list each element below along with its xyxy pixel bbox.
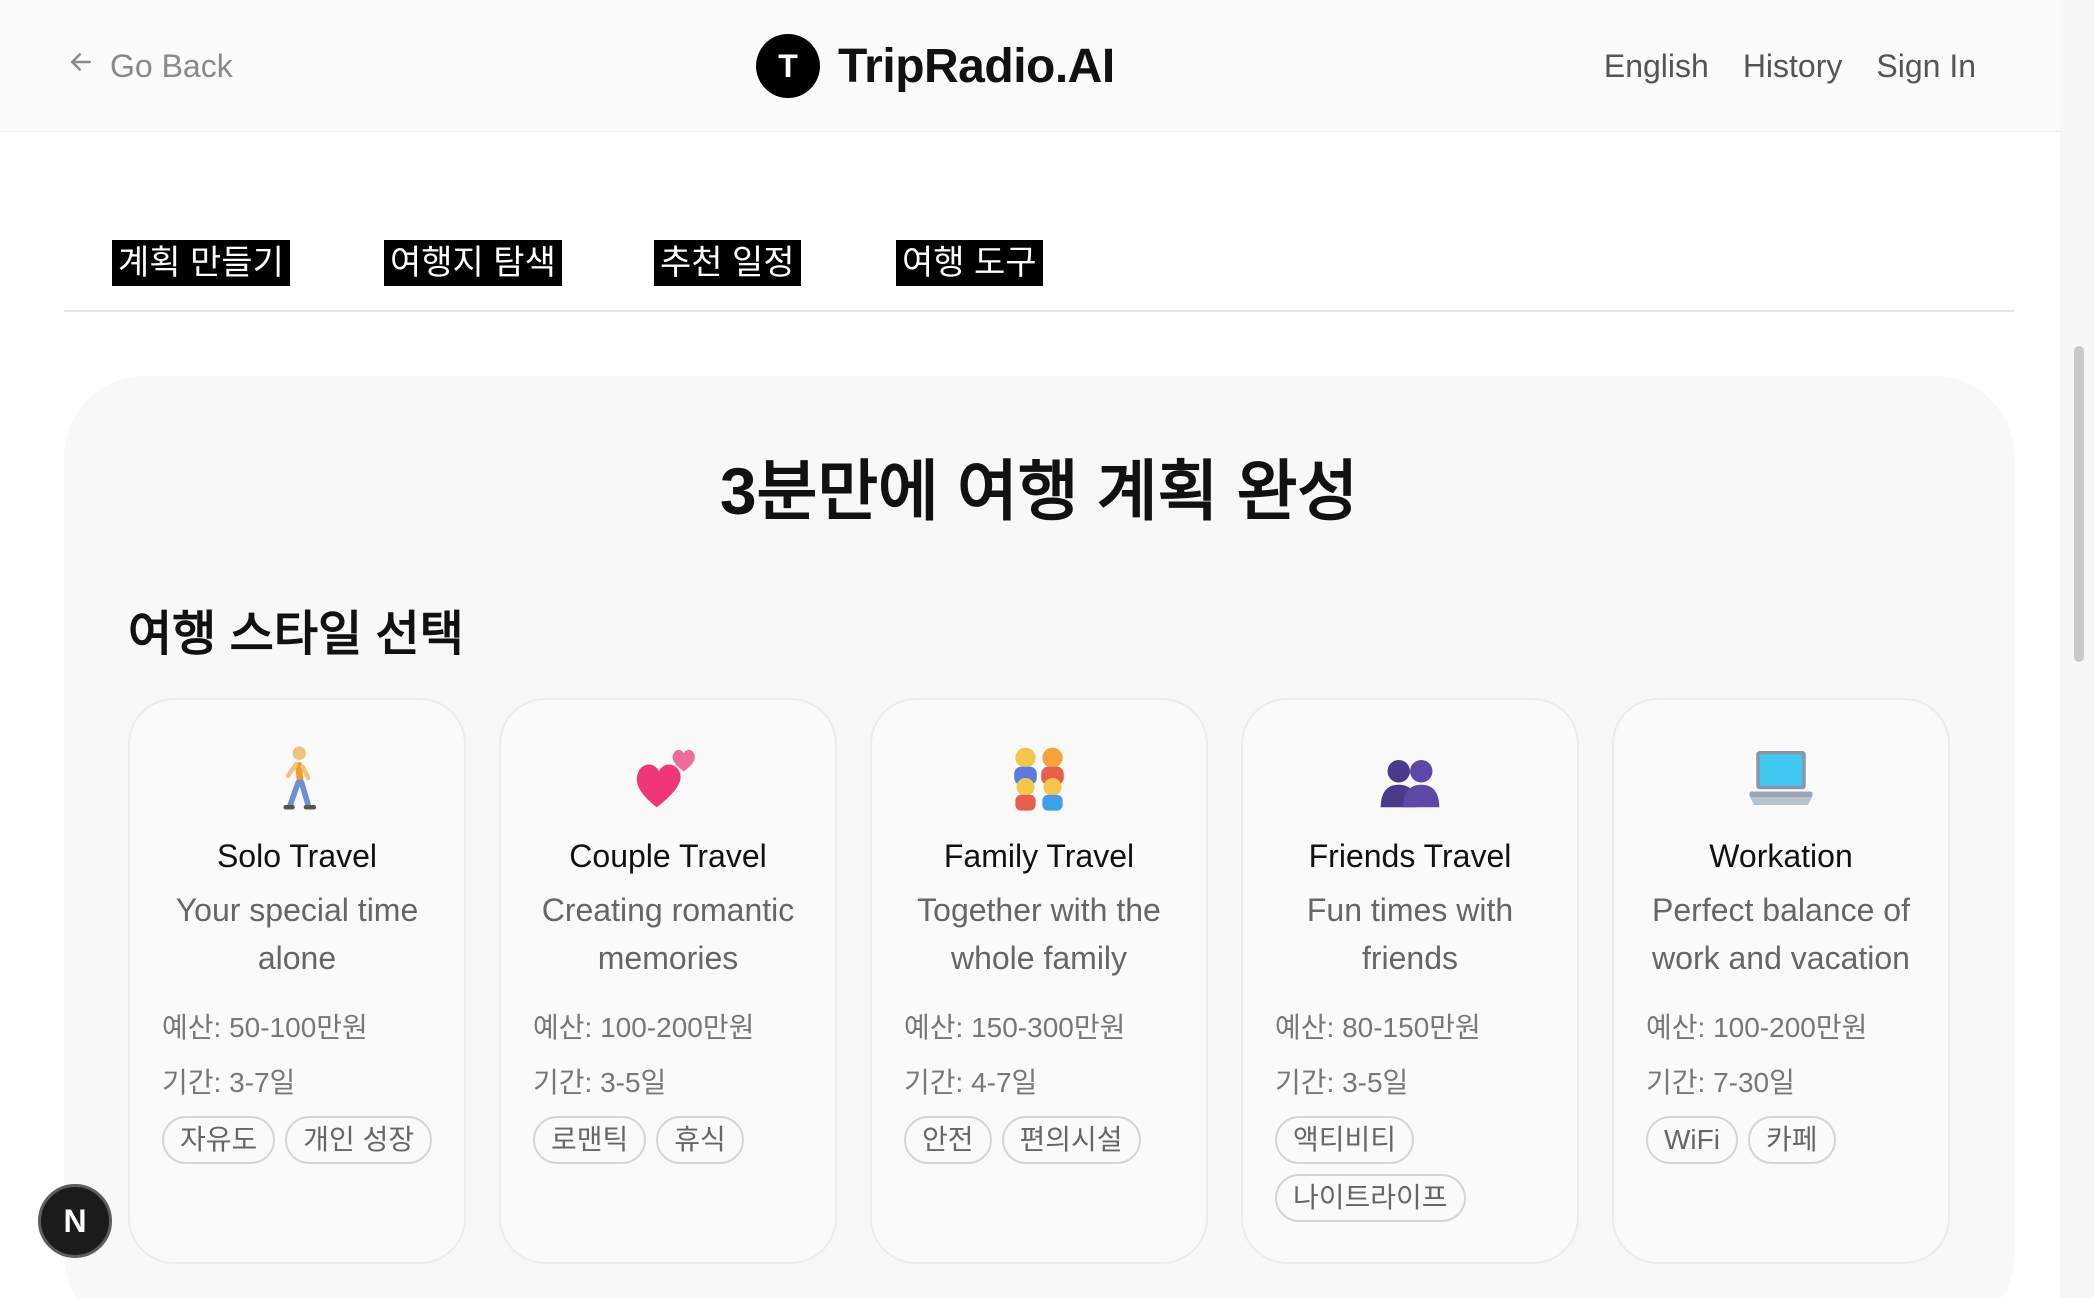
card-description: Creating romantic memories <box>541 892 795 976</box>
brand-name: TripRadio.AI <box>838 39 1115 93</box>
tag: 나이트라이프 <box>1275 1174 1466 1222</box>
tab-recommended[interactable]: 추천 일정 <box>654 240 801 286</box>
person-walking-icon <box>130 742 464 816</box>
card-tags: 액티비티 나이트라이프 <box>1243 1110 1577 1222</box>
card-family-travel[interactable]: Family Travel Together with the whole fa… <box>870 698 1208 1264</box>
style-card-list: Solo Travel Your special time alone 예산: … <box>128 698 1950 1268</box>
tag: 로맨틱 <box>533 1116 647 1164</box>
card-budget: 예산: 100-200만원 <box>1646 1012 1868 1043</box>
tag: 카페 <box>1747 1116 1836 1164</box>
card-budget: 예산: 50-100만원 <box>162 1012 368 1043</box>
laptop-icon <box>1614 742 1948 816</box>
dev-tools-button[interactable]: N <box>38 1184 112 1258</box>
card-title: Friends Travel <box>1308 838 1512 874</box>
card-tags: 로맨틱 휴식 <box>501 1110 835 1164</box>
card-workation[interactable]: Workation Perfect balance of work and va… <box>1612 698 1950 1264</box>
go-back-button[interactable]: Go Back <box>66 46 233 86</box>
go-back-label: Go Back <box>110 47 233 84</box>
card-solo-travel[interactable]: Solo Travel Your special time alone 예산: … <box>128 698 466 1264</box>
tag: 개인 성장 <box>285 1116 433 1164</box>
card-title: Workation <box>1709 838 1853 874</box>
family-icon <box>872 742 1206 816</box>
card-budget: 예산: 150-300만원 <box>904 1012 1126 1043</box>
card-meta: 예산: 50-100만원 기간: 3-7일 <box>130 1000 464 1110</box>
card-duration: 기간: 3-5일 <box>533 1067 667 1098</box>
sign-in-link[interactable]: Sign In <box>1876 48 1976 85</box>
card-duration: 기간: 3-7일 <box>162 1067 296 1098</box>
card-tags: 안전 편의시설 <box>872 1110 1206 1164</box>
brand[interactable]: T TripRadio.AI <box>756 34 1115 98</box>
page-headline: 3분만에 여행 계획 완성 <box>719 454 1359 528</box>
card-meta: 예산: 80-150만원 기간: 3-5일 <box>1243 1000 1577 1110</box>
card-budget: 예산: 100-200만원 <box>533 1012 755 1043</box>
card-description: Your special time alone <box>175 892 419 976</box>
scrollbar[interactable] <box>2060 0 2094 1298</box>
page: Go Back T TripRadio.AI English History S… <box>0 0 2094 1298</box>
card-tags: WiFi 카페 <box>1614 1110 1948 1164</box>
card-title: Solo Travel <box>216 838 378 874</box>
card-budget: 예산: 80-150만원 <box>1275 1012 1481 1043</box>
header-nav: English History Sign In <box>1604 44 1976 88</box>
card-duration: 기간: 7-30일 <box>1646 1067 1795 1098</box>
brand-logo: T <box>756 34 820 98</box>
tag: 휴식 <box>656 1116 744 1164</box>
people-silhouette-icon <box>1243 742 1577 816</box>
card-meta: 예산: 100-200만원 기간: 3-5일 <box>501 1000 835 1110</box>
tab-tools[interactable]: 여행 도구 <box>896 240 1043 286</box>
card-meta: 예산: 150-300만원 기간: 4-7일 <box>872 1000 1206 1110</box>
card-couple-travel[interactable]: Couple Travel Creating romantic memories… <box>499 698 837 1264</box>
tag: 자유도 <box>162 1116 276 1164</box>
card-title: Family Travel <box>943 838 1135 874</box>
scrollbar-thumb[interactable] <box>2074 346 2084 662</box>
two-hearts-icon <box>501 742 835 816</box>
card-description: Together with the whole family <box>917 892 1161 976</box>
arrow-left-icon <box>66 47 96 85</box>
card-tags: 자유도 개인 성장 <box>130 1110 464 1164</box>
card-duration: 기간: 3-5일 <box>1275 1067 1409 1098</box>
card-friends-travel[interactable]: Friends Travel Fun times with friends 예산… <box>1241 698 1579 1264</box>
tag: 편의시설 <box>1001 1116 1141 1164</box>
tab-explore[interactable]: 여행지 탐색 <box>384 240 562 286</box>
tag: 안전 <box>904 1116 992 1164</box>
tab-bar: 계획 만들기 여행지 탐색 추천 일정 여행 도구 <box>64 236 2014 312</box>
top-header: Go Back T TripRadio.AI English History S… <box>0 0 2060 132</box>
card-title: Couple Travel <box>569 838 767 874</box>
history-link[interactable]: History <box>1743 48 1843 85</box>
section-title: 여행 스타일 선택 <box>128 608 464 661</box>
card-description: Fun times with friends <box>1306 892 1514 976</box>
card-duration: 기간: 4-7일 <box>904 1067 1038 1098</box>
tag: 액티비티 <box>1275 1116 1415 1164</box>
tab-plan[interactable]: 계획 만들기 <box>112 240 290 286</box>
card-description: Perfect balance of work and vacation <box>1652 892 1910 976</box>
tag: WiFi <box>1646 1116 1738 1164</box>
language-link[interactable]: English <box>1604 48 1709 85</box>
card-meta: 예산: 100-200만원 기간: 7-30일 <box>1614 1000 1948 1110</box>
